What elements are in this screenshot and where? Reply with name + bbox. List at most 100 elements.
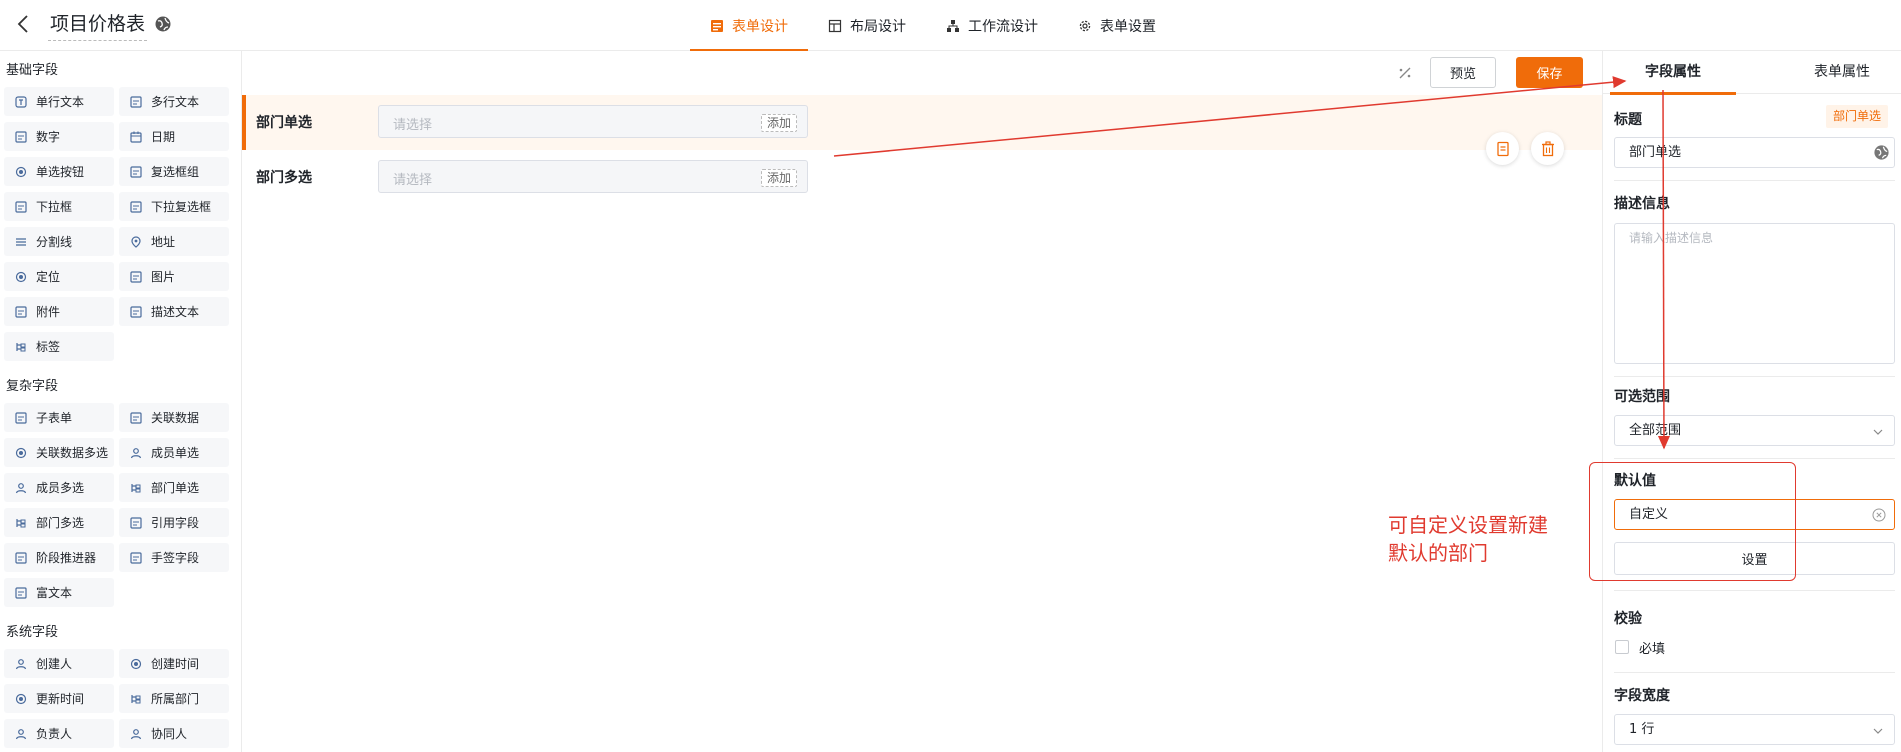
- palette-field-item[interactable]: 下拉复选框: [119, 192, 229, 221]
- tab-form-properties[interactable]: 表单属性: [1779, 51, 1901, 94]
- palette-field-item[interactable]: 协同人: [119, 719, 229, 748]
- palette-field-label: 成员单选: [151, 446, 200, 460]
- globe-icon[interactable]: [154, 15, 172, 33]
- form-field-row-selected[interactable]: 部门单选 请选择 添加: [242, 95, 1602, 150]
- palette-field-item[interactable]: 标签: [4, 332, 114, 361]
- palette-field-item[interactable]: 子表单: [4, 403, 114, 432]
- palette-field-item[interactable]: 关联数据: [119, 403, 229, 432]
- palette-field-item[interactable]: 所属部门: [119, 684, 229, 713]
- annotation-line: 默认的部门: [1388, 541, 1488, 565]
- description-label: 描述信息: [1614, 196, 1670, 212]
- palette-field-label: 手签字段: [151, 551, 200, 565]
- palette-field-label: 关联数据: [151, 411, 200, 425]
- tab-form-design[interactable]: 表单设计: [690, 0, 808, 52]
- add-button[interactable]: 添加: [760, 169, 797, 187]
- textarea-icon: [15, 130, 27, 143]
- palette-field-item[interactable]: 定位: [4, 262, 114, 291]
- palette-field-item[interactable]: 数字: [4, 122, 114, 151]
- layout-icon: [828, 19, 842, 32]
- description-textarea[interactable]: 请输入描述信息: [1614, 223, 1895, 364]
- add-button[interactable]: 添加: [760, 114, 797, 132]
- field-width-select[interactable]: 1 行: [1614, 714, 1895, 745]
- textarea-icon: [15, 305, 27, 318]
- textarea-icon: [15, 411, 27, 424]
- palette-field-item[interactable]: 引用字段: [119, 508, 229, 537]
- department-single-select[interactable]: 请选择 添加: [378, 105, 808, 138]
- palette-field-item[interactable]: 更新时间: [4, 684, 114, 713]
- annotation-line: 可自定义设置新建: [1388, 513, 1548, 537]
- palette-field-item[interactable]: 负责人: [4, 719, 114, 748]
- title-input[interactable]: 部门单选: [1614, 137, 1895, 168]
- range-select-value: 全部范围: [1629, 423, 1682, 438]
- palette-field-label: 地址: [151, 235, 176, 249]
- palette-field-item[interactable]: 日期: [119, 122, 229, 151]
- palette-field-label: 描述文本: [151, 305, 200, 319]
- radio-icon: [130, 658, 142, 669]
- palette-field-item[interactable]: 单行文本: [4, 87, 114, 116]
- percent-icon[interactable]: [1395, 63, 1415, 83]
- palette-field-item[interactable]: 成员多选: [4, 473, 114, 502]
- palette-field-item[interactable]: 下拉框: [4, 192, 114, 221]
- palette-field-item[interactable]: 描述文本: [119, 297, 229, 326]
- palette-field-label: 更新时间: [36, 692, 85, 706]
- tab-workflow-design[interactable]: 工作流设计: [926, 0, 1058, 51]
- palette-field-item[interactable]: 部门单选: [119, 473, 229, 502]
- palette-field-item[interactable]: 分割线: [4, 227, 114, 256]
- tab-layout-design[interactable]: 布局设计: [808, 0, 926, 51]
- radio-icon: [15, 693, 27, 704]
- tab-form-settings[interactable]: 表单设置: [1058, 0, 1176, 51]
- back-arrow-icon[interactable]: [12, 12, 36, 36]
- globe-icon[interactable]: [1873, 144, 1890, 161]
- textarea-icon: [15, 200, 27, 213]
- divider: [1614, 376, 1895, 377]
- palette-field-item[interactable]: 富文本: [4, 578, 114, 607]
- chevron-down-icon: [1873, 429, 1883, 435]
- palette-field-label: 创建人: [36, 657, 73, 671]
- palette-field-item[interactable]: 图片: [119, 262, 229, 291]
- palette-field-item[interactable]: 地址: [119, 227, 229, 256]
- save-button[interactable]: 保存: [1516, 57, 1583, 88]
- palette-field-label: 附件: [36, 305, 61, 319]
- tab-label: 表单设置: [1100, 18, 1156, 35]
- required-checkbox[interactable]: [1615, 640, 1629, 654]
- clear-icon[interactable]: [1872, 508, 1886, 522]
- palette-field-item[interactable]: 附件: [4, 297, 114, 326]
- field-palette: 基础字段 单行文本 多行文本 数字 日期 单选按钮 复选框组 下拉框 下拉复选框 分割线 地址 定位…: [0, 51, 242, 752]
- palette-field-item[interactable]: 单选按钮: [4, 157, 114, 186]
- palette-field-item[interactable]: 部门多选: [4, 508, 114, 537]
- palette-field-item[interactable]: 复选框组: [119, 157, 229, 186]
- palette-field-label: 阶段推进器: [36, 551, 97, 565]
- tab-field-properties[interactable]: 字段属性: [1610, 51, 1736, 95]
- user-icon: [15, 728, 27, 739]
- complex-field-grid: 子表单 关联数据关联数据多选 成员单选成员多选 部门单选 部门多选 引用字段阶段推进器 手签…: [0, 403, 241, 607]
- divider: [1614, 458, 1895, 459]
- app-title[interactable]: 项目价格表: [48, 12, 148, 41]
- palette-field-label: 下拉复选框: [151, 200, 212, 214]
- form-field-row[interactable]: 部门多选 请选择 添加: [242, 150, 1602, 205]
- preview-button[interactable]: 预览: [1430, 57, 1496, 88]
- textarea-icon: [130, 270, 142, 283]
- calendar-icon: [130, 131, 142, 143]
- delete-field-button[interactable]: [1531, 132, 1564, 165]
- department-multi-select[interactable]: 请选择 添加: [378, 160, 808, 193]
- palette-field-item[interactable]: 成员单选: [119, 438, 229, 467]
- palette-field-item[interactable]: 手签字段: [119, 543, 229, 572]
- palette-field-item[interactable]: 阶段推进器: [4, 543, 114, 572]
- palette-field-label: 创建时间: [151, 657, 200, 671]
- textarea-icon: [130, 551, 142, 564]
- title-input-value: 部门单选: [1629, 145, 1682, 160]
- copy-field-button[interactable]: [1486, 132, 1519, 165]
- palette-field-item[interactable]: 创建时间: [119, 649, 229, 678]
- palette-field-item[interactable]: 创建人: [4, 649, 114, 678]
- field-width-label: 字段宽度: [1614, 688, 1670, 704]
- tab-label: 布局设计: [850, 18, 906, 35]
- palette-field-item[interactable]: 多行文本: [119, 87, 229, 116]
- palette-field-label: 定位: [36, 270, 61, 284]
- palette-field-label: 多行文本: [151, 95, 200, 109]
- system-field-grid: 创建人 创建时间更新时间 所属部门 负责人 协同人: [0, 649, 241, 748]
- palette-field-label: 单选按钮: [36, 165, 85, 179]
- palette-field-item[interactable]: 关联数据多选: [4, 438, 114, 467]
- chevron-down-icon: [1873, 728, 1883, 734]
- annotation-text: 可自定义设置新建 默认的部门: [1388, 511, 1588, 567]
- range-select[interactable]: 全部范围: [1614, 415, 1895, 446]
